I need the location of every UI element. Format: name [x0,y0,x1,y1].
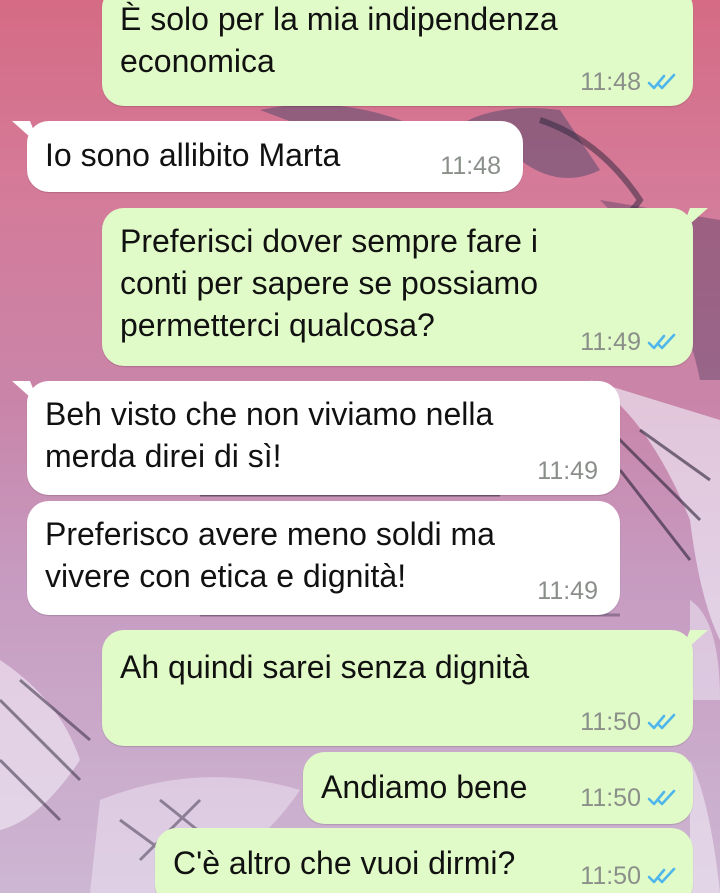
message-time: 11:48 [440,152,501,180]
message-meta: 11:48 [440,152,501,180]
message-time: 11:49 [580,328,641,356]
message-text: Preferisco avere meno soldi ma vivere co… [45,516,495,594]
message-time: 11:50 [580,862,641,890]
message-bubble-incoming[interactable]: Beh visto che non viviamo nella merda di… [27,381,620,495]
message-time: 11:50 [580,708,641,736]
message-bubble-outgoing[interactable]: C'è altro che vuoi dirmi? 11:50 [155,828,693,893]
message-text: Ah quindi sarei senza dignità [120,649,530,685]
message-bubble-outgoing[interactable]: Andiamo bene 11:50 [303,752,693,824]
message-bubble-outgoing[interactable]: Preferisci dover sempre fare i conti per… [102,208,693,366]
message-bubble-incoming[interactable]: Io sono allibito Marta 11:48 [27,121,523,192]
double-check-icon [647,867,676,884]
chat-conversation: È solo per la mia indipendenza economica… [0,0,720,893]
message-bubble-incoming[interactable]: Preferisco avere meno soldi ma vivere co… [27,501,620,615]
message-meta: 11:50 [580,708,677,736]
message-meta: 11:49 [537,457,598,485]
message-time: 11:49 [537,577,598,605]
message-time: 11:48 [580,68,641,96]
double-check-icon [647,789,676,806]
double-check-icon [647,333,676,350]
message-text: Beh visto che non viviamo nella merda di… [45,396,494,474]
message-time: 11:49 [537,457,598,485]
double-check-icon [647,713,676,730]
message-meta: 11:49 [537,577,598,605]
message-text: Io sono allibito Marta [45,137,341,173]
message-bubble-outgoing[interactable]: È solo per la mia indipendenza economica… [102,0,693,106]
message-meta: 11:49 [580,328,677,356]
message-meta: 11:50 [580,784,677,812]
message-time: 11:50 [580,784,641,812]
message-meta: 11:48 [580,68,677,96]
message-bubble-outgoing[interactable]: Ah quindi sarei senza dignità 11:50 [102,630,693,746]
double-check-icon [647,73,676,90]
message-meta: 11:50 [580,862,677,890]
